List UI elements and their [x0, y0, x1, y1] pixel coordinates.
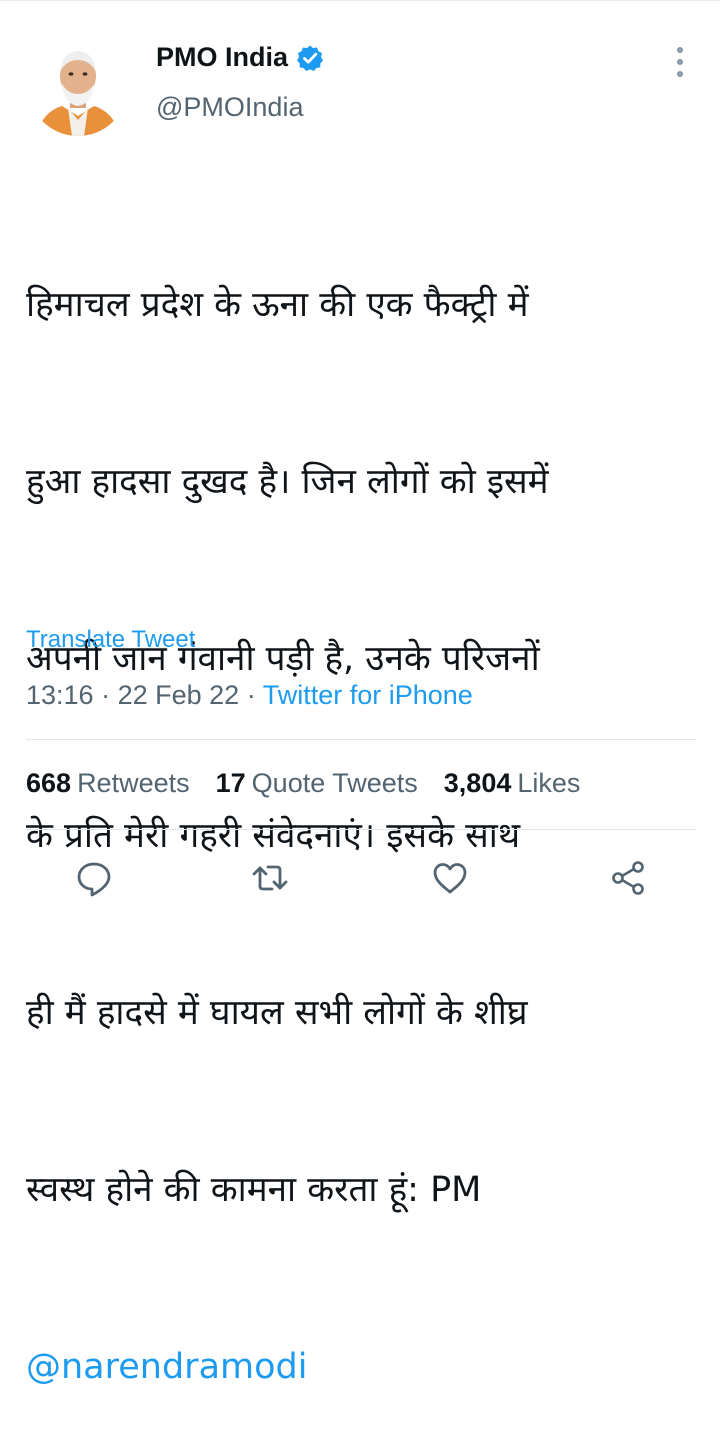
tweet-date: 22 Feb 22 — [117, 680, 240, 710]
quote-tweets-count: 17 — [215, 768, 246, 798]
tweet-time: 13:16 — [26, 680, 94, 710]
mention-link[interactable]: @narendramodi — [26, 1347, 307, 1387]
more-vertical-icon[interactable] — [668, 44, 692, 80]
heart-icon[interactable] — [430, 858, 470, 898]
retweets-count: 668 — [26, 768, 72, 798]
retweets-label: Retweets — [77, 768, 190, 798]
tweet-text-line: हुआ हादसा दुखद है। जिन लोगों को इसमें — [26, 462, 549, 502]
avatar[interactable] — [28, 36, 128, 136]
tweet-text-line: हिमाचल प्रदेश के ऊना की एक फैक्ट्री में — [26, 285, 529, 325]
tweet-source-link[interactable]: Twitter for iPhone — [263, 680, 473, 710]
action-bar — [0, 858, 720, 902]
meta-separator: · — [101, 680, 111, 710]
top-border — [0, 0, 720, 1]
tweet-text-line: ही मैं हादसे में घायल सभी लोगों के शीघ्र — [26, 993, 528, 1033]
likes-label: Likes — [517, 768, 581, 798]
author-name[interactable]: PMO India — [156, 42, 288, 73]
likes-stat[interactable]: 3,804 Likes — [444, 768, 581, 799]
quote-tweets-stat[interactable]: 17 Quote Tweets — [216, 768, 418, 799]
author-handle[interactable]: @PMOIndia — [156, 92, 303, 123]
retweets-stat[interactable]: 668 Retweets — [26, 768, 190, 799]
quote-tweets-label: Quote Tweets — [251, 768, 418, 798]
tweet-text: हिमाचल प्रदेश के ऊना की एक फैक्ट्री में … — [26, 158, 686, 1456]
avatar-image — [28, 36, 128, 136]
tweet-metadata: 13:16 · 22 Feb 22 · Twitter for iPhone — [26, 680, 473, 711]
reply-icon[interactable] — [74, 858, 114, 898]
divider — [26, 739, 696, 740]
verified-badge-icon — [296, 44, 324, 72]
author-row: PMO India — [156, 42, 324, 73]
divider — [26, 829, 696, 830]
share-icon[interactable] — [608, 858, 648, 898]
engagement-stats: 668 Retweets 17 Quote Tweets 3,804 Likes — [26, 768, 606, 799]
retweet-icon[interactable] — [250, 858, 290, 898]
meta-separator: · — [246, 680, 256, 710]
tweet-text-line: स्वस्थ होने की कामना करता हूं: PM — [26, 1170, 482, 1210]
likes-count: 3,804 — [443, 768, 512, 798]
translate-tweet-link[interactable]: Translate Tweet — [26, 626, 195, 654]
